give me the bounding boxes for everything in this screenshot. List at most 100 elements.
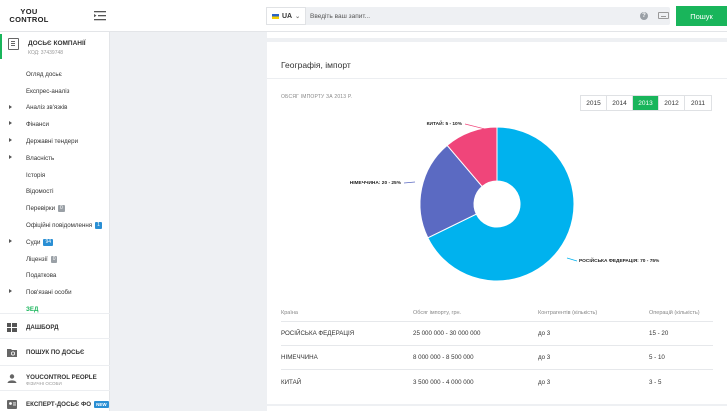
table-header: Країна Обсяг імпорту, грн. Контрагентів (к…	[281, 304, 713, 322]
expand-arrow-icon[interactable]	[9, 154, 12, 159]
language-label: UA	[282, 12, 293, 20]
table-cell: 3 500 000 - 4 000 000	[413, 378, 474, 386]
import-donut-chart: РОСІЙСЬКА ФЕДЕРАЦІЯ: 70 - 75% НІМЕЧЧИНА: …	[350, 119, 660, 282]
dashboard-icon	[7, 323, 17, 332]
expert-dossier-link[interactable]: ЕКСПЕРТ-ДОСЬЄ ФО NEW	[0, 390, 110, 411]
sidebar-item-label: Податкова	[26, 272, 57, 280]
sidebar-item[interactable]: Офіційні повідомлення 1	[0, 217, 110, 234]
card-title: Географія, імпорт	[281, 60, 351, 70]
year-tab[interactable]: 2011	[685, 96, 711, 110]
language-select[interactable]: UA ⌄	[266, 7, 306, 25]
sidebar-item[interactable]: Державні тендери	[0, 133, 110, 150]
menu-toggle-icon[interactable]	[94, 10, 106, 21]
year-tab[interactable]: 2013	[633, 96, 659, 110]
table-cell: 15 - 20	[649, 330, 669, 337]
slice-label: НІМЕЧЧИНА: 20 - 25%	[350, 180, 402, 186]
column-header: Контрагентів (кількість)	[538, 309, 598, 316]
count-badge: 0	[58, 205, 65, 213]
previous-card-edge	[267, 32, 727, 38]
geography-import-card: Географія, імпорт ОБСЯГ ІМПОРТУ ЗА 2013 …	[267, 42, 727, 404]
people-link[interactable]: YOUCONTROL PEOPLE ФІЗИЧНІ ОСОБИ	[0, 365, 110, 392]
company-dossier-title: ДОСЬЄ КОМПАНІЇ	[28, 40, 86, 47]
expert-dossier-icon	[7, 400, 17, 409]
ua-flag-icon	[272, 13, 279, 19]
help-icon[interactable]: ?	[640, 12, 648, 20]
slice-label: КИТАЙ: 5 - 10%	[427, 119, 463, 127]
sidebar-item-label: Фінанси	[26, 121, 49, 129]
year-tab[interactable]: 2012	[659, 96, 685, 110]
count-badge: 94	[43, 238, 53, 246]
logo[interactable]: YOU CONTROL	[9, 8, 49, 24]
expand-arrow-icon[interactable]	[9, 104, 12, 109]
count-badge: 0	[50, 255, 58, 263]
column-header: Країна	[281, 309, 298, 316]
table-row: РОСІЙСЬКА ФЕДЕРАЦІЯ 25 000 000 - 30 000 0…	[281, 322, 713, 346]
dashboard-link[interactable]: ДАШБОРД	[0, 313, 110, 340]
import-table: Країна Обсяг імпорту, грн. Контрагентів (к…	[281, 304, 713, 394]
sidebar-item-label: Офіційні повідомлення	[26, 222, 93, 230]
divider	[267, 78, 727, 79]
slice-leader-line	[403, 181, 416, 184]
column-header: Обсяг імпорту, грн.	[413, 309, 462, 316]
year-tab[interactable]: 2015	[581, 96, 607, 110]
sidebar-item[interactable]: Історія	[0, 167, 110, 184]
slice-label: РОСІЙСЬКА ФЕДЕРАЦІЯ: 70 - 75%	[579, 256, 660, 264]
dossier-nav: Огляд досьє Експрес-аналіз Аналіз зв'язків…	[0, 66, 110, 318]
sidebar-item-label: Суди	[26, 238, 41, 246]
logo-line-2: CONTROL	[9, 15, 49, 24]
company-dossier-header[interactable]: ДОСЬЄ КОМПАНІЇ КОД: 37439748	[0, 34, 110, 59]
sidebar-item-label: Історія	[26, 171, 46, 179]
search-button[interactable]: Пошук	[676, 6, 727, 26]
dossier-icon	[8, 38, 19, 50]
keyboard-icon[interactable]	[658, 12, 669, 19]
expand-arrow-icon[interactable]	[9, 238, 12, 243]
table-cell: до 3	[538, 378, 551, 386]
count-badge: 1	[95, 222, 102, 230]
table-cell: 8 000 000 - 8 500 000	[413, 354, 474, 361]
sidebar-item[interactable]: Суди 94	[0, 234, 110, 251]
expand-arrow-icon[interactable]	[9, 289, 12, 294]
sidebar-item[interactable]: Фінанси	[0, 116, 110, 133]
company-code: КОД: 37439748	[28, 50, 64, 56]
people-icon	[7, 374, 17, 383]
search-input[interactable]	[310, 7, 630, 25]
table-cell: до 3	[538, 330, 551, 337]
new-badge: NEW	[94, 400, 109, 408]
expert-dossier-label: ЕКСПЕРТ-ДОСЬЄ ФО	[26, 400, 92, 408]
search-dossier-link[interactable]: ПОШУК ПО ДОСЬЄ	[0, 338, 110, 365]
sidebar-item[interactable]: Відомості	[0, 184, 110, 201]
expand-arrow-icon[interactable]	[9, 138, 12, 143]
sidebar-item[interactable]: Податкова	[0, 268, 110, 285]
sidebar-item-label: Ліцензії	[26, 255, 48, 263]
sidebar: ДОСЬЄ КОМПАНІЇ КОД: 37439748 Огляд досьє…	[0, 32, 110, 411]
table-cell: 3 - 5	[649, 378, 662, 386]
table-cell: КИТАЙ	[281, 378, 302, 386]
year-tabs: 2015 2014 2013 2012 2011	[580, 95, 712, 111]
sidebar-item[interactable]: Власність	[0, 150, 110, 167]
sidebar-item-label: Експрес-аналіз	[26, 87, 70, 95]
sidebar-item-label: Аналіз зв'язків	[26, 104, 68, 112]
sidebar-item[interactable]: Пов'язані особи	[0, 284, 110, 301]
table-cell: НІМЕЧЧИНА	[281, 354, 318, 361]
sidebar-item[interactable]: Перевірки 0	[0, 200, 110, 217]
expand-arrow-icon[interactable]	[9, 121, 12, 126]
sidebar-item[interactable]: Огляд досьє	[0, 66, 110, 83]
year-tab[interactable]: 2014	[607, 96, 633, 110]
sidebar-item-label: Перевірки	[26, 205, 56, 213]
table-body: РОСІЙСЬКА ФЕДЕРАЦІЯ 25 000 000 - 30 000 0…	[281, 322, 713, 394]
sidebar-item[interactable]: Аналіз зв'язків	[0, 100, 110, 117]
sidebar-item[interactable]: Ліцензії 0	[0, 251, 110, 268]
sidebar-item-label: Пов'язані особи	[26, 289, 72, 297]
slice-leader-line	[566, 257, 578, 262]
dashboard-label: ДАШБОРД	[26, 323, 59, 331]
people-subtitle: ФІЗИЧНІ ОСОБИ	[26, 381, 62, 386]
table-cell: 25 000 000 - 30 000 000	[413, 330, 481, 337]
folder-search-icon	[7, 349, 17, 357]
sidebar-item-label: Огляд досьє	[26, 70, 62, 78]
top-bar: YOU CONTROL UA ⌄ ? Пошук	[0, 0, 727, 32]
chevron-down-icon: ⌄	[295, 13, 301, 20]
next-card-edge	[267, 406, 727, 411]
search-dossier-label: ПОШУК ПО ДОСЬЄ	[26, 348, 85, 356]
sidebar-item[interactable]: Експрес-аналіз	[0, 83, 110, 100]
table-cell: РОСІЙСЬКА ФЕДЕРАЦІЯ	[281, 330, 355, 337]
